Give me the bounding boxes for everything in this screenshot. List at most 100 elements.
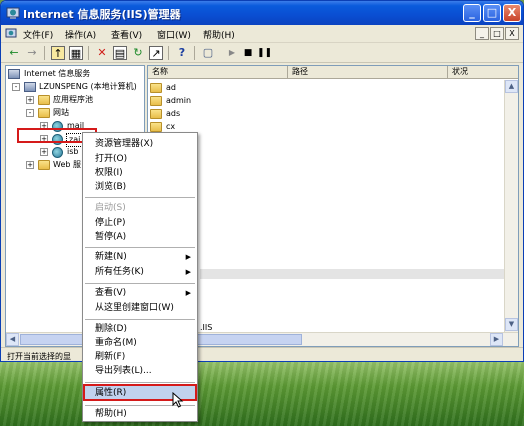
ctx-item-label: 新建(N) [95, 252, 127, 262]
toolbar-separator [168, 46, 169, 60]
mdi-minimize-button[interactable]: _ [475, 27, 489, 40]
collapse-toggle[interactable]: - [26, 109, 34, 117]
menu-file[interactable]: 文件(F) [23, 28, 53, 41]
pause-icon[interactable]: ❚❚ [257, 46, 272, 60]
title-bar[interactable]: Internet 信息服务(IIS)管理器 _ □ X [1, 1, 523, 25]
toolbar-separator [194, 46, 195, 60]
ctx-item-label: 所有任务(K) [95, 267, 144, 277]
tree-label: Web 服 [53, 160, 81, 169]
ctx-item-label: 查看(V) [95, 288, 127, 298]
tree-label: 网站 [53, 108, 69, 117]
list-header: 名称 路径 状况 [148, 66, 518, 79]
column-header-status[interactable]: 状况 [448, 66, 518, 79]
scroll-right-icon[interactable]: ▶ [490, 333, 503, 346]
export-icon[interactable]: ↗ [149, 46, 163, 60]
ctx-item-delete[interactable]: 删除(D) [95, 322, 127, 336]
ctx-item-browse[interactable]: 浏览(B) [95, 180, 126, 194]
expand-toggle[interactable]: + [26, 96, 34, 104]
desktop-background [0, 360, 524, 426]
ctx-item-refresh[interactable]: 刷新(F) [95, 350, 125, 364]
toolbar-separator [88, 46, 89, 60]
refresh-icon[interactable]: ↻ [131, 46, 145, 60]
folder-icon [150, 122, 162, 132]
delete-icon[interactable]: ✕ [95, 46, 109, 60]
ctx-item-start[interactable]: 启动(S) [95, 201, 126, 215]
show-tree-icon[interactable]: ▦ [69, 46, 83, 60]
collapse-toggle[interactable]: - [12, 83, 20, 91]
menu-separator [85, 283, 195, 284]
close-button[interactable]: X [503, 4, 521, 22]
up-icon[interactable]: ↑ [51, 46, 65, 60]
menu-separator [85, 197, 195, 198]
ctx-item-pause[interactable]: 暂停(A) [95, 230, 126, 244]
list-pane: 名称 路径 状况 ad admin ads cx .IIS ▲ ▼ ◀ [147, 65, 519, 347]
menu-window[interactable]: 窗口(W) [157, 28, 191, 41]
mouse-pointer-icon [172, 392, 184, 408]
folder-icon [150, 109, 162, 119]
maximize-button[interactable]: □ [483, 4, 501, 22]
menu-view[interactable]: 查看(V) [111, 28, 142, 41]
ctx-item-export-list[interactable]: 导出列表(L)... [95, 364, 152, 378]
back-icon[interactable]: ← [7, 46, 21, 60]
folder-icon [150, 96, 162, 106]
folder-icon [38, 108, 50, 118]
ctx-item-stop[interactable]: 停止(P) [95, 216, 125, 230]
scroll-down-icon[interactable]: ▼ [505, 318, 518, 331]
submenu-arrow-icon: ▶ [185, 289, 191, 297]
context-menu: 资源管理器(X) 打开(O) 权限(I) 浏览(B) 启动(S) 停止(P) 暂… [82, 132, 198, 422]
expand-toggle[interactable]: + [26, 161, 34, 169]
toolbar-separator [44, 46, 45, 60]
ctx-item-new-window[interactable]: 从这里创建窗口(W) [95, 301, 174, 315]
menu-separator [85, 247, 195, 248]
column-header-name[interactable]: 名称 [148, 66, 288, 79]
help-icon[interactable]: ? [175, 46, 189, 60]
folder-icon [150, 83, 162, 93]
ctx-item-help[interactable]: 帮助(H) [95, 407, 127, 421]
menu-separator [85, 382, 195, 383]
list-horizontal-scrollbar[interactable]: ◀ ▶ [148, 332, 518, 346]
tree-label: isb [67, 147, 79, 156]
scroll-up-icon[interactable]: ▲ [505, 80, 518, 93]
ctx-item-rename[interactable]: 重命名(M) [95, 336, 137, 350]
tree-label: LZUNSPENG (本地计算机) [39, 82, 137, 91]
mmc-icon [5, 28, 17, 38]
mdi-restore-button[interactable]: □ [490, 27, 504, 40]
submenu-arrow-icon: ▶ [185, 253, 191, 261]
scroll-left-icon[interactable]: ◀ [6, 333, 19, 346]
website-icon [52, 147, 63, 158]
iis-app-icon [6, 7, 20, 19]
status-text: 打开当前选择的显 [7, 352, 71, 361]
stop-icon[interactable]: ■ [241, 46, 255, 60]
submenu-arrow-icon: ▶ [185, 268, 191, 276]
menu-help[interactable]: 帮助(H) [203, 28, 235, 41]
ctx-item-explorer[interactable]: 资源管理器(X) [95, 137, 153, 151]
ctx-item-open[interactable]: 打开(O) [95, 152, 127, 166]
properties-icon[interactable]: ▤ [113, 46, 127, 60]
tree-label: 应用程序池 [53, 95, 93, 104]
list-item-label: ad [166, 83, 176, 92]
iis-root-icon [8, 69, 20, 79]
expand-toggle[interactable]: + [40, 148, 48, 156]
minimize-button[interactable]: _ [463, 4, 481, 22]
toolbar: ← → ↑ ▦ ✕ ▤ ↻ ↗ ? ▢ ▶ ■ ❚❚ [1, 43, 523, 63]
menu-action[interactable]: 操作(A) [65, 28, 96, 41]
list-item-label: ads [166, 109, 181, 118]
ctx-item-properties[interactable]: 属性(R) [95, 386, 126, 400]
window-title: Internet 信息服务(IIS)管理器 [23, 8, 181, 21]
mdi-close-button[interactable]: X [505, 27, 519, 40]
ctx-item-permissions[interactable]: 权限(I) [95, 166, 123, 180]
list-item-label: admin [166, 96, 192, 105]
folder-icon [38, 95, 50, 105]
menu-bar: 文件(F) 操作(A) 查看(V) 窗口(W) 帮助(H) _ □ X [1, 25, 523, 43]
ctx-item-view[interactable]: 查看(V) [95, 286, 126, 300]
play-icon[interactable]: ▶ [225, 46, 239, 60]
mdi-controls: _ □ X [475, 27, 519, 40]
computer-icon[interactable]: ▢ [201, 46, 215, 60]
ctx-item-all-tasks[interactable]: 所有任务(K) [95, 265, 144, 279]
list-row-selection [200, 269, 518, 279]
column-header-path[interactable]: 路径 [288, 66, 448, 79]
ctx-item-new[interactable]: 新建(N) [95, 250, 195, 264]
forward-icon[interactable]: → [25, 46, 39, 60]
list-vertical-scrollbar[interactable]: ▲ ▼ [504, 80, 518, 332]
folder-icon [38, 160, 50, 170]
